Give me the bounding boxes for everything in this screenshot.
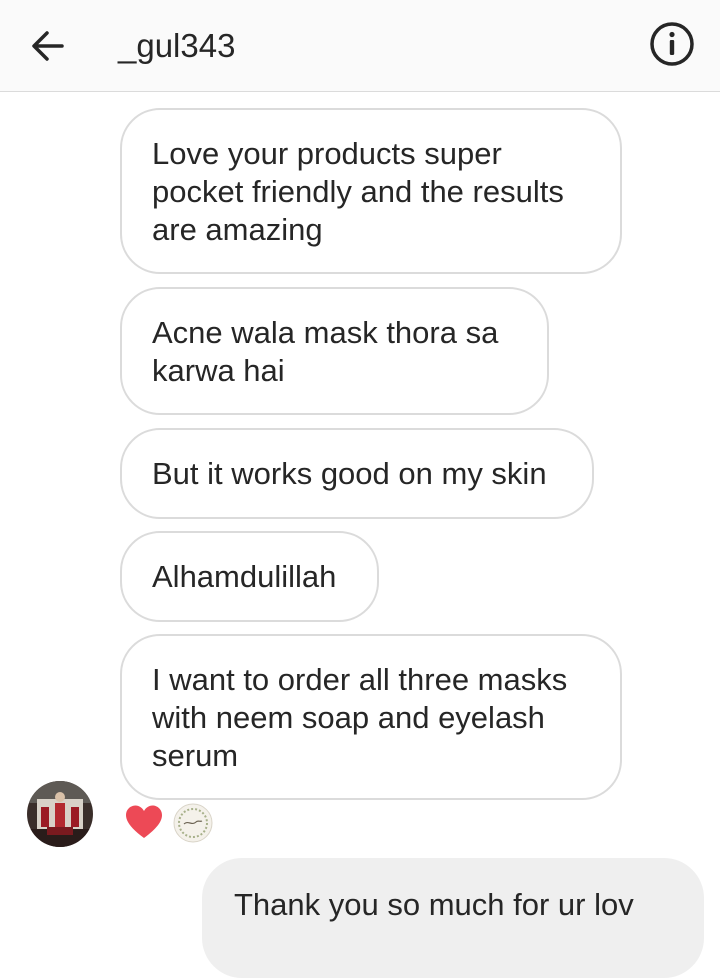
heart-icon[interactable] (124, 803, 164, 841)
back-arrow-icon[interactable] (26, 24, 70, 68)
sent-message-bubble[interactable]: Thank you so much for ur lov (202, 858, 704, 978)
received-message-bubble[interactable]: Acne wala mask thora sa karwa hai (120, 287, 549, 415)
sender-avatar-image (27, 781, 93, 847)
received-message-bubble[interactable]: Alhamdulillah (120, 531, 379, 622)
reactor-avatar-image (173, 803, 213, 843)
received-message-bubble[interactable]: Love your products super pocket friendly… (120, 108, 622, 274)
received-message-bubble[interactable]: I want to order all three masks with nee… (120, 634, 622, 800)
conversation-header: _gul343 (0, 0, 720, 92)
info-icon[interactable] (648, 20, 696, 68)
received-message-bubble[interactable]: But it works good on my skin (120, 428, 594, 519)
chat-username[interactable]: _gul343 (118, 24, 235, 68)
sender-avatar[interactable] (27, 781, 93, 847)
reactor-avatar[interactable] (173, 803, 213, 843)
